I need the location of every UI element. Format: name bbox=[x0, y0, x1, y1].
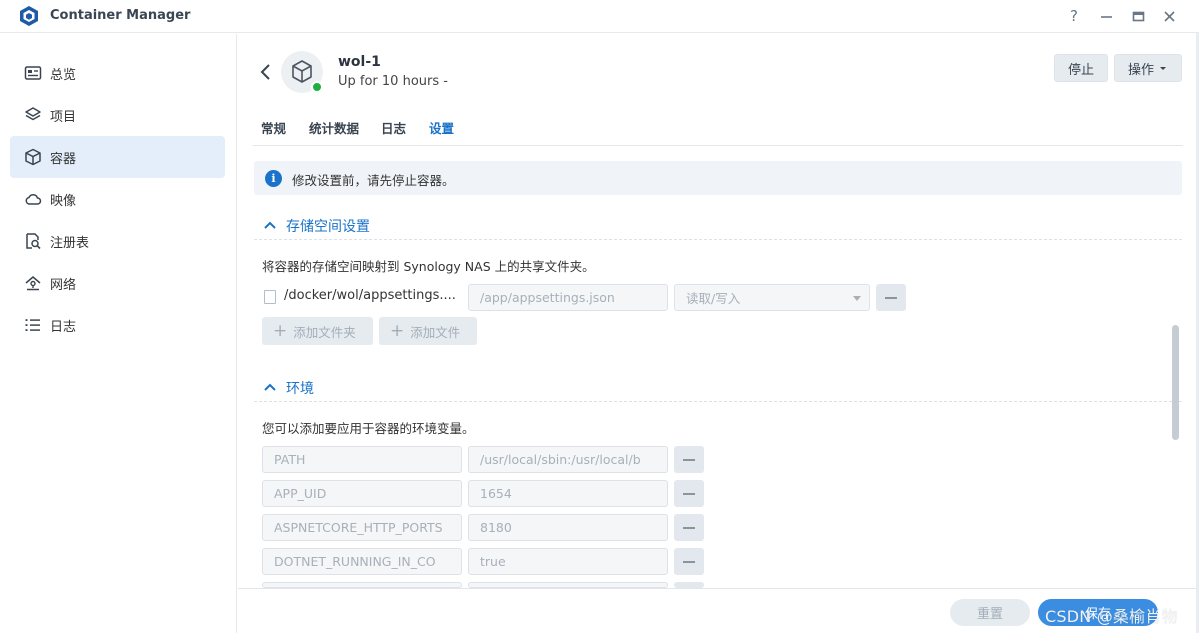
storage-section-header[interactable]: 存储空间设置 bbox=[254, 214, 1182, 240]
storage-section-title: 存储空间设置 bbox=[286, 219, 370, 235]
running-status-dot bbox=[311, 81, 323, 93]
tab-statistics[interactable]: 统计数据 bbox=[309, 118, 359, 137]
stop-button[interactable]: 停止 bbox=[1054, 54, 1108, 82]
sidebar-item-label: 日志 bbox=[50, 320, 77, 335]
plus-icon: + bbox=[273, 321, 288, 341]
sidebar-item-network[interactable]: 网络 bbox=[10, 262, 225, 304]
list-icon bbox=[25, 319, 40, 331]
tab-log[interactable]: 日志 bbox=[381, 118, 406, 137]
reset-button-label: 重置 bbox=[976, 607, 1003, 622]
info-icon: i bbox=[265, 170, 282, 187]
close-icon[interactable] bbox=[1159, 7, 1179, 25]
chevron-up-icon bbox=[264, 383, 276, 391]
sidebar-item-logs[interactable]: 日志 bbox=[10, 304, 225, 346]
cloud-icon bbox=[25, 193, 42, 205]
remove-env-button[interactable] bbox=[674, 514, 704, 541]
remove-env-button[interactable] bbox=[674, 446, 704, 473]
container-path-field[interactable]: /app/appsettings.json bbox=[468, 284, 668, 311]
remove-env-button[interactable] bbox=[674, 480, 704, 507]
sidebar-item-label: 总览 bbox=[50, 68, 77, 83]
env-value-field[interactable]: true bbox=[468, 548, 668, 575]
container-name: wol-1 bbox=[338, 54, 381, 70]
operate-dropdown-button[interactable]: 操作 bbox=[1114, 54, 1182, 82]
sidebar-item-containers[interactable]: 容器 bbox=[10, 136, 225, 178]
minus-icon bbox=[683, 526, 695, 529]
minus-icon bbox=[885, 296, 897, 299]
app-title: Container Manager bbox=[50, 8, 191, 23]
minus-icon bbox=[683, 560, 695, 563]
container-manager-logo-icon bbox=[20, 6, 38, 26]
sidebar-item-projects[interactable]: 项目 bbox=[10, 94, 225, 136]
env-key-field[interactable]: APP_UID bbox=[262, 480, 462, 507]
registry-search-icon bbox=[26, 233, 41, 250]
sidebar-item-label: 项目 bbox=[50, 110, 77, 125]
sidebar-item-images[interactable]: 映像 bbox=[10, 178, 225, 220]
minus-icon bbox=[683, 458, 695, 461]
help-icon[interactable]: ? bbox=[1064, 7, 1084, 25]
tab-settings[interactable]: 设置 bbox=[429, 118, 454, 137]
back-arrow-icon[interactable] bbox=[258, 62, 274, 82]
caret-down-icon bbox=[853, 296, 861, 301]
container-status: Up for 10 hours - bbox=[338, 74, 448, 89]
sidebar-item-registry[interactable]: 注册表 bbox=[10, 220, 225, 262]
permission-value: 读取/写入 bbox=[686, 291, 741, 306]
remove-env-button[interactable] bbox=[674, 548, 704, 575]
environment-section-header[interactable]: 环境 bbox=[254, 376, 1182, 402]
tab-bar: 常规 统计数据 日志 设置 bbox=[253, 114, 1183, 146]
env-value-field[interactable]: 1654 bbox=[468, 480, 668, 507]
sidebar-item-overview[interactable]: 总览 bbox=[10, 52, 225, 94]
env-key-field[interactable]: DOTNET_RUNNING_IN_CO bbox=[262, 548, 462, 575]
env-value-field[interactable]: /usr/local/sbin:/usr/local/b bbox=[468, 446, 668, 473]
caret-down-icon bbox=[1160, 67, 1166, 70]
add-file-label: 添加文件 bbox=[410, 324, 461, 340]
permission-select[interactable]: 读取/写入 bbox=[674, 284, 870, 311]
sidebar-item-label: 容器 bbox=[50, 152, 77, 167]
reset-button[interactable]: 重置 bbox=[950, 599, 1030, 626]
add-folder-button[interactable]: + 添加文件夹 bbox=[262, 317, 373, 345]
cube-icon bbox=[25, 148, 41, 166]
stop-button-label: 停止 bbox=[1067, 62, 1094, 78]
title-bar: Container Manager ? bbox=[0, 0, 1199, 33]
sidebar-item-label: 注册表 bbox=[50, 236, 90, 251]
tab-general[interactable]: 常规 bbox=[261, 118, 286, 137]
env-key-field[interactable]: PATH bbox=[262, 446, 462, 473]
operate-button-label: 操作 bbox=[1127, 62, 1154, 78]
watermark: CSDN @桑榆肖物 bbox=[1045, 607, 1178, 626]
host-file-path: /docker/wol/appsettings.... bbox=[284, 288, 456, 303]
env-value-field[interactable]: 8180 bbox=[468, 514, 668, 541]
overview-icon bbox=[24, 66, 42, 80]
info-banner: i 修改设置前，请先停止容器。 bbox=[254, 161, 1182, 195]
network-icon bbox=[25, 276, 41, 291]
file-icon bbox=[264, 290, 276, 304]
add-file-button[interactable]: + 添加文件 bbox=[379, 317, 477, 345]
minus-icon bbox=[683, 492, 695, 495]
storage-description: 将容器的存储空间映射到 Synology NAS 上的共享文件夹。 bbox=[262, 259, 595, 274]
sidebar-item-label: 映像 bbox=[50, 194, 77, 209]
layers-icon bbox=[25, 107, 41, 121]
scrollbar-thumb[interactable] bbox=[1172, 325, 1179, 440]
info-text: 修改设置前，请先停止容器。 bbox=[292, 173, 455, 188]
environment-section-title: 环境 bbox=[286, 381, 314, 397]
plus-icon: + bbox=[390, 321, 405, 341]
minimize-icon[interactable] bbox=[1096, 7, 1116, 25]
chevron-up-icon bbox=[264, 221, 276, 229]
add-folder-label: 添加文件夹 bbox=[293, 324, 356, 340]
env-key-field[interactable]: ASPNETCORE_HTTP_PORTS bbox=[262, 514, 462, 541]
maximize-icon[interactable] bbox=[1128, 7, 1148, 25]
environment-description: 您可以添加要应用于容器的环境变量。 bbox=[262, 421, 475, 436]
sidebar-item-label: 网络 bbox=[50, 278, 77, 293]
remove-mapping-button[interactable] bbox=[876, 284, 906, 311]
